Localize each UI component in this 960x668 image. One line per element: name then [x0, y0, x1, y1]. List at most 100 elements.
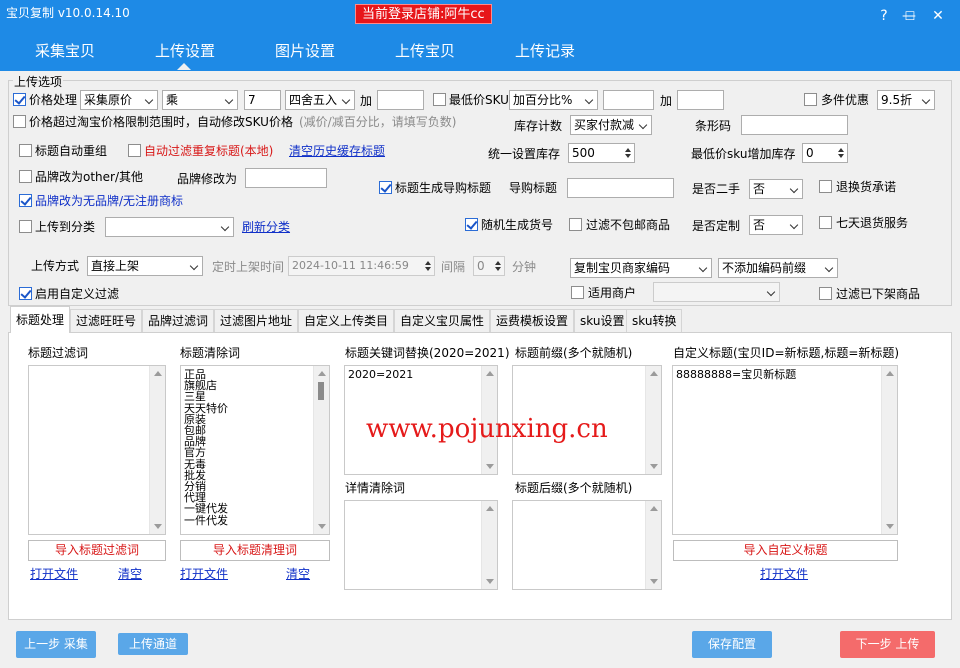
brand-modify-input[interactable]	[245, 168, 327, 188]
nav-upload-items[interactable]: 上传宝贝	[395, 40, 455, 61]
min-price-add-input[interactable]	[677, 90, 724, 110]
merchant-apply-label: 适用商户	[588, 286, 637, 300]
clear-history-link[interactable]: 清空历史缓存标题	[289, 143, 385, 159]
detail-clean-textarea[interactable]	[344, 500, 498, 590]
return-promise-checkbox[interactable]	[819, 180, 832, 193]
min-price-value-input[interactable]	[603, 90, 654, 110]
filter-words-textarea[interactable]	[28, 365, 166, 535]
merchant-apply-select[interactable]	[653, 282, 780, 302]
guide-title-input[interactable]	[567, 178, 674, 198]
filter-no-freeship-checkbox[interactable]	[569, 218, 582, 231]
clean-words-textarea[interactable]: 正品 旗舰店 三星 天天特价 原装 包邮 品牌 官方 无毒 批发 分销 代理 一…	[180, 365, 330, 535]
custom-title-textarea[interactable]: 88888888=宝贝新标题	[672, 365, 898, 535]
custom-filter-checkbox[interactable]	[19, 287, 32, 300]
tab-filter-wangwang[interactable]: 过滤旺旺号	[70, 309, 143, 332]
barcode-input[interactable]	[741, 115, 848, 135]
nav-image-settings[interactable]: 图片设置	[275, 40, 335, 61]
filter-dup-title-label: 自动过滤重复标题(本地)	[144, 144, 274, 158]
tab-custom-category[interactable]: 自定义上传类目	[298, 309, 395, 332]
price-add-label: 加	[360, 94, 373, 108]
detail-clean-scrollbar[interactable]	[481, 501, 497, 589]
import-filter-words-button[interactable]: 导入标题过滤词	[28, 540, 166, 561]
merchant-code-select[interactable]: 复制宝贝商家编码	[570, 258, 712, 278]
multi-discount-checkbox[interactable]	[804, 93, 817, 106]
upload-mode-select[interactable]: 直接上架	[87, 256, 203, 276]
random-sku-checkbox[interactable]	[465, 218, 478, 231]
tab-brand-filter[interactable]: 品牌过滤词	[142, 309, 215, 332]
stock-count-select[interactable]: 买家付款减	[570, 115, 652, 135]
seven-day-return-checkbox[interactable]	[819, 216, 832, 229]
brand-other-label: 品牌改为other/其他	[35, 170, 144, 184]
tab-filter-image-url[interactable]: 过滤图片地址	[214, 309, 299, 332]
title-suffix-textarea[interactable]	[512, 500, 662, 590]
tab-sku-convert[interactable]: sku转换	[626, 309, 683, 332]
title-prefix-scrollbar[interactable]	[645, 366, 661, 474]
unify-stock-stepper[interactable]: 500	[568, 143, 635, 163]
barcode-label: 条形码	[695, 119, 732, 133]
over-limit-checkbox[interactable]	[13, 115, 26, 128]
merchant-apply-checkbox[interactable]	[571, 286, 584, 299]
multi-discount-select[interactable]: 9.5折	[877, 90, 935, 110]
auto-retitle-checkbox[interactable]	[19, 144, 32, 157]
price-rounding-select[interactable]: 四舍五入	[285, 90, 355, 110]
clean-words-label: 标题清除词	[180, 346, 241, 360]
brand-none-checkbox[interactable]	[19, 194, 32, 207]
over-limit-label: 价格超过淘宝价格限制范围时，自动修改SKU价格	[29, 115, 293, 129]
price-add-input[interactable]	[377, 90, 424, 110]
custom-title-label: 自定义标题(宝贝ID=新标题,标题=新标题)	[673, 346, 900, 360]
save-config-button[interactable]: 保存配置	[692, 631, 772, 658]
nav-collect[interactable]: 采集宝贝	[35, 40, 95, 61]
price-base-select[interactable]: 采集原价	[80, 90, 158, 110]
maximize-icon[interactable]: ☐	[902, 8, 918, 24]
close-icon[interactable]: ✕	[930, 8, 946, 24]
customized-select[interactable]: 否	[749, 215, 803, 235]
nav-upload-settings[interactable]: 上传设置	[155, 40, 215, 61]
second-hand-select[interactable]: 否	[749, 179, 803, 199]
upload-category-checkbox[interactable]	[19, 220, 32, 233]
custom-title-open-file-link[interactable]: 打开文件	[760, 566, 808, 582]
tab-custom-attributes[interactable]: 自定义宝贝属性	[394, 309, 491, 332]
code-prefix-select[interactable]: 不添加编码前缀	[718, 258, 838, 278]
clean-words-scrollbar[interactable]	[313, 366, 329, 534]
nav-upload-records[interactable]: 上传记录	[515, 40, 575, 61]
clean-words-open-file-link[interactable]: 打开文件	[180, 566, 228, 582]
refresh-category-link[interactable]: 刷新分类	[242, 219, 290, 235]
filter-words-label: 标题过滤词	[28, 346, 89, 360]
filter-words-open-file-link[interactable]: 打开文件	[30, 566, 78, 582]
clean-words-clear-link[interactable]: 清空	[286, 566, 310, 582]
import-custom-title-button[interactable]: 导入自定义标题	[673, 540, 898, 561]
filter-words-clear-link[interactable]: 清空	[118, 566, 142, 582]
title-guide-checkbox[interactable]	[379, 181, 392, 194]
tab-freight-template[interactable]: 运费模板设置	[490, 309, 575, 332]
price-processing-checkbox[interactable]	[13, 93, 26, 106]
return-promise-label: 退换货承诺	[836, 180, 897, 194]
min-price-sku-stock-stepper[interactable]: 0	[802, 143, 848, 163]
login-status-badge: 当前登录店铺:阿牛cc	[355, 4, 492, 24]
price-processing-label: 价格处理	[29, 93, 78, 107]
stock-count-label: 库存计数	[514, 119, 563, 133]
min-price-mode-select[interactable]: 加百分比%	[509, 90, 598, 110]
interval-stepper[interactable]: 0	[473, 256, 505, 276]
brand-modify-label: 品牌修改为	[177, 172, 238, 186]
watermark-text: www.pojunxing.cn	[366, 414, 608, 444]
prev-step-button[interactable]: 上一步 采集	[16, 631, 96, 658]
import-clean-words-button[interactable]: 导入标题清理词	[180, 540, 330, 561]
upload-category-select[interactable]	[105, 217, 234, 237]
brand-other-checkbox[interactable]	[19, 170, 32, 183]
min-price-sku-checkbox[interactable]	[433, 93, 446, 106]
price-factor-input[interactable]: 7	[244, 90, 281, 110]
filter-dup-title-checkbox[interactable]	[128, 144, 141, 157]
upload-channel-button[interactable]: 上传通道	[118, 633, 188, 655]
title-suffix-scrollbar[interactable]	[645, 501, 661, 589]
filter-offshelf-checkbox[interactable]	[819, 287, 832, 300]
scheduled-time-picker[interactable]: 2024-10-11 11:46:59	[288, 256, 435, 276]
help-icon[interactable]: ?	[876, 8, 892, 24]
tab-title-processing[interactable]: 标题处理	[10, 306, 71, 333]
tab-sku-settings[interactable]: sku设置	[574, 309, 631, 332]
custom-title-scrollbar[interactable]	[881, 366, 897, 534]
next-step-button[interactable]: 下一步 上传	[840, 631, 935, 658]
price-operator-select[interactable]: 乘	[162, 90, 238, 110]
upload-mode-label: 上传方式	[31, 259, 80, 273]
random-sku-label: 随机生成货号	[481, 218, 554, 232]
filter-words-scrollbar[interactable]	[149, 366, 165, 534]
